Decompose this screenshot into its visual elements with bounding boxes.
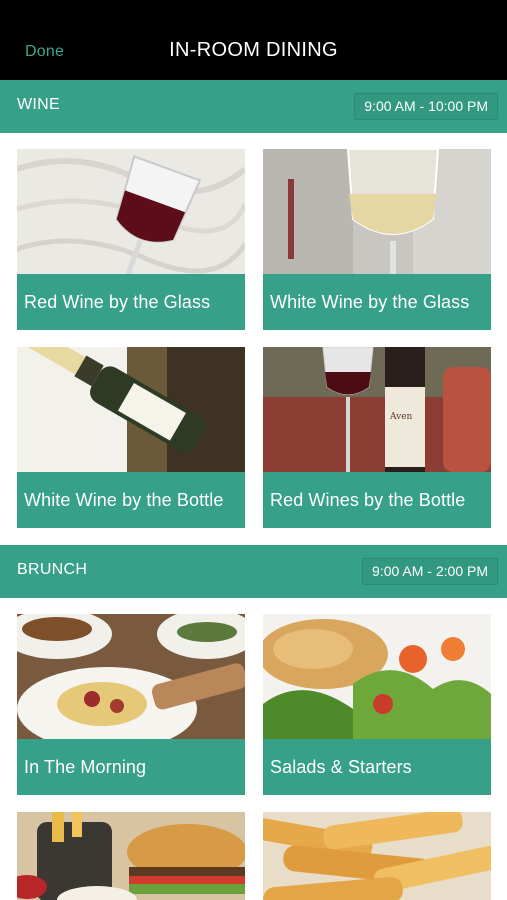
red-wine-glass-photo (17, 149, 245, 274)
menu-card-label: White Wine by the Bottle (17, 472, 245, 528)
menu-card-label: Red Wine by the Glass (17, 274, 245, 330)
section-title: BRUNCH (17, 561, 88, 578)
menu-card-white-wine-bottle[interactable]: White Wine by the Bottle (17, 347, 245, 528)
menu-card-label: White Wine by the Glass (263, 274, 491, 330)
menu-card-label: Salads & Starters (263, 739, 491, 795)
section-header-brunch: BRUNCH 9:00 AM - 2:00 PM (0, 545, 507, 598)
white-wine-glass-photo (263, 149, 491, 274)
section-header-wine: WINE 9:00 AM - 10:00 PM (0, 80, 507, 133)
breakfast-plate-photo (17, 614, 245, 739)
red-wine-bottle-photo: Aven (263, 347, 491, 472)
white-wine-bottle-photo (17, 347, 245, 472)
top-navigation-bar: Done IN-ROOM DINING (0, 0, 507, 80)
menu-card-red-wine-glass[interactable]: Red Wine by the Glass (17, 149, 245, 330)
menu-card-fries[interactable] (263, 812, 491, 900)
page-title: IN-ROOM DINING (169, 39, 338, 61)
menu-card-white-wine-glass[interactable]: White Wine by the Glass (263, 149, 491, 330)
menu-card-label: In The Morning (17, 739, 245, 795)
menu-card-in-the-morning[interactable]: In The Morning (17, 614, 245, 795)
section-title: WINE (17, 96, 60, 113)
svg-text:Aven: Aven (389, 412, 413, 422)
menu-card-salads-starters[interactable]: Salads & Starters (263, 614, 491, 795)
hours-badge: 9:00 AM - 10:00 PM (354, 93, 498, 120)
menu-card-burger[interactable] (17, 812, 245, 900)
salad-photo (263, 614, 491, 739)
burger-fries-photo (17, 812, 245, 900)
hours-badge: 9:00 AM - 2:00 PM (362, 558, 498, 585)
menu-card-red-wine-bottle[interactable]: Aven Red Wines by the Bottle (263, 347, 491, 528)
menu-card-label: Red Wines by the Bottle (263, 472, 491, 528)
french-fries-photo (263, 812, 491, 900)
